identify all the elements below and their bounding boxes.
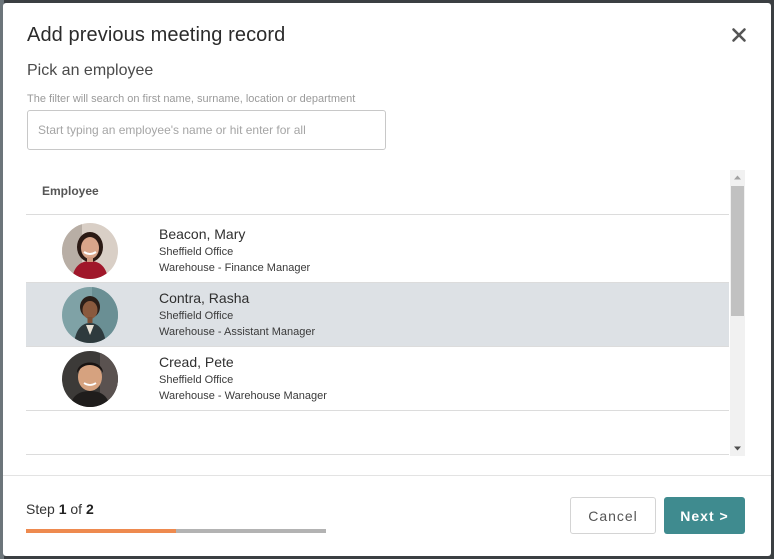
employee-location: Sheffield Office <box>159 246 234 258</box>
scroll-down-button[interactable] <box>730 441 745 456</box>
search-hint: The filter will search on first name, su… <box>27 93 356 105</box>
woman-dark-outfit-avatar <box>62 287 118 343</box>
close-icon <box>732 28 746 42</box>
scroll-up-arrow-icon <box>734 175 741 180</box>
table-bottom-divider <box>26 454 729 455</box>
table-row[interactable]: Cread, Pete Sheffield Office Warehouse -… <box>26 347 729 411</box>
add-meeting-record-dialog: Add previous meeting record Pick an empl… <box>3 3 771 556</box>
column-header-employee: Employee <box>42 184 99 198</box>
step-progress-fill <box>26 529 176 533</box>
cancel-button[interactable]: Cancel <box>570 497 656 534</box>
step-prefix: Step <box>26 501 55 517</box>
step-of: of <box>70 501 83 517</box>
employee-name: Contra, Rasha <box>159 290 250 306</box>
avatar <box>62 351 118 407</box>
table-row[interactable]: Beacon, Mary Sheffield Office Warehouse … <box>26 219 729 283</box>
employee-department: Warehouse - Warehouse Manager <box>159 390 327 402</box>
scroll-down-arrow-icon <box>734 446 741 451</box>
employee-table-body: Employee Beacon, Mary Sheffield Office W… <box>26 167 729 455</box>
employee-table: Employee Beacon, Mary Sheffield Office W… <box>26 167 746 456</box>
step-progress-bar <box>26 529 326 533</box>
employee-search-input[interactable] <box>27 110 386 150</box>
table-scrollbar[interactable] <box>730 170 745 456</box>
section-title: Pick an employee <box>27 62 154 79</box>
step-current: 1 <box>58 501 67 517</box>
avatar <box>62 223 118 279</box>
scrollbar-thumb[interactable] <box>731 186 744 316</box>
next-button[interactable]: Next > <box>664 497 745 534</box>
employee-location: Sheffield Office <box>159 310 234 322</box>
dialog-title: Add previous meeting record <box>27 24 286 46</box>
footer-divider <box>3 475 771 476</box>
employee-name: Beacon, Mary <box>159 226 246 242</box>
employee-department: Warehouse - Finance Manager <box>159 262 311 274</box>
scroll-up-button[interactable] <box>730 170 745 185</box>
step-indicator: Step 1 of 2 <box>26 501 94 517</box>
close-button[interactable] <box>729 25 749 45</box>
table-row[interactable]: Contra, Rasha Sheffield Office Warehouse… <box>26 283 729 347</box>
man-dark-hair-avatar <box>62 351 118 407</box>
header-divider <box>26 214 729 215</box>
employee-location: Sheffield Office <box>159 374 234 386</box>
employee-name: Cread, Pete <box>159 354 234 370</box>
employee-department: Warehouse - Assistant Manager <box>159 326 316 338</box>
avatar <box>62 287 118 343</box>
step-total: 2 <box>85 501 94 517</box>
woman-red-top-avatar <box>62 223 118 279</box>
